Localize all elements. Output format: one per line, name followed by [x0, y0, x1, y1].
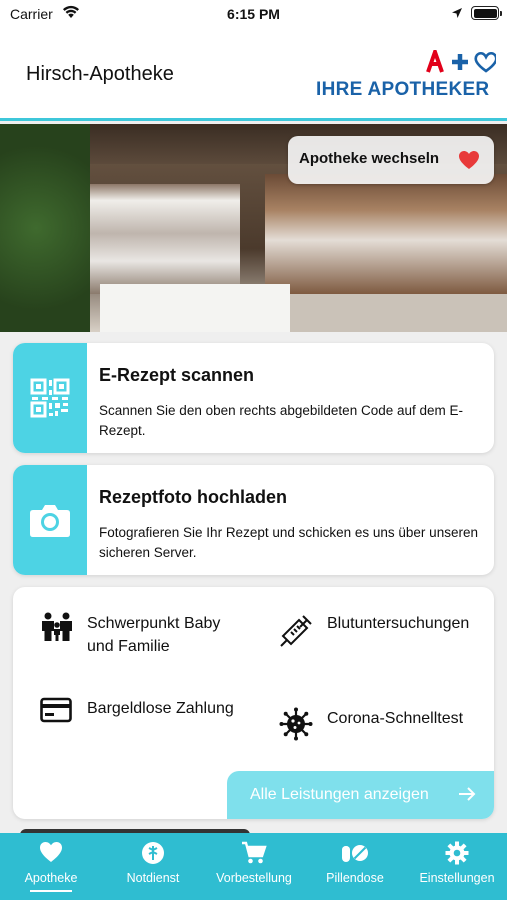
app-header: Hirsch-Apotheke IHRE APOTHEKER	[0, 30, 507, 121]
all-services-button[interactable]: Alle Leistungen anzeigen	[227, 771, 494, 819]
tab-label: Apotheke	[24, 871, 78, 885]
tab-label: Pillendose	[326, 871, 384, 885]
tab-einstellungen[interactable]: Einstellungen	[411, 833, 503, 900]
tab-notdienst[interactable]: Notdienst	[112, 833, 194, 900]
heart-icon	[40, 842, 62, 862]
hero-counter	[100, 284, 290, 332]
family-icon	[42, 612, 72, 641]
page-title: Hirsch-Apotheke	[26, 63, 174, 85]
virus-icon	[279, 707, 313, 741]
tab-label: Einstellungen	[419, 871, 495, 885]
gear-icon	[445, 841, 469, 865]
all-services-label: Alle Leistungen anzeigen	[250, 786, 429, 803]
erezept-title: E-Rezept scannen	[99, 365, 255, 385]
syringe-icon	[280, 615, 312, 647]
qr-code-icon	[30, 378, 70, 418]
battery-icon	[471, 6, 499, 20]
tab-apotheke[interactable]: Apotheke	[10, 833, 92, 900]
logo-text: IHRE APOTHEKER	[316, 79, 490, 100]
rezeptfoto-card[interactable]: Rezeptfoto hochladen Fotografieren Sie I…	[13, 465, 494, 575]
hero-shelves-right	[265, 174, 507, 294]
tab-vorbestellung[interactable]: Vorbestellung	[208, 833, 300, 900]
service-label: Corona-Schnelltest	[327, 710, 464, 727]
rezeptfoto-description: Fotografieren Sie Ihr Rezept und schicke…	[99, 525, 478, 560]
location-arrow-icon	[452, 8, 462, 18]
service-label: Blutuntersuchungen	[327, 615, 470, 632]
service-label: Bargeldlose Zahlung	[87, 700, 234, 717]
logo-symbols-icon	[426, 50, 496, 73]
rezeptfoto-icon-box	[13, 465, 87, 575]
hero-shelves-left	[70, 184, 240, 294]
cart-icon	[242, 841, 267, 864]
battery-tip	[500, 11, 502, 16]
tab-label: Notdienst	[126, 871, 180, 885]
apotheker-logo: IHRE APOTHEKER	[316, 50, 496, 102]
hero-green-wall	[0, 124, 90, 332]
active-tab-indicator	[30, 890, 72, 892]
rezeptfoto-title: Rezeptfoto hochladen	[99, 487, 287, 507]
clock: 6:15 PM	[227, 6, 280, 22]
erezept-description: Scannen Sie den oben rechts abgebildeten…	[99, 403, 464, 438]
credit-card-icon	[40, 697, 72, 723]
emergency-icon	[142, 842, 164, 864]
heart-icon	[459, 151, 479, 169]
tab-pillendose[interactable]: Pillendose	[314, 833, 396, 900]
tab-bar: Apotheke Notdienst Vorbestellung Pillend…	[0, 833, 507, 900]
change-pharmacy-label: Apotheke wechseln	[299, 150, 440, 167]
erezept-icon-box	[13, 343, 87, 453]
service-label: Schwerpunkt Baby und Familie	[87, 615, 221, 655]
camera-icon	[30, 505, 70, 537]
tab-label: Vorbestellung	[216, 871, 292, 885]
arrow-right-icon	[459, 787, 476, 801]
erezept-card[interactable]: E-Rezept scannen Scannen Sie den oben re…	[13, 343, 494, 453]
change-pharmacy-button[interactable]: Apotheke wechseln	[288, 136, 494, 184]
pills-icon	[342, 845, 368, 862]
status-bar: Carrier 6:15 PM	[0, 0, 507, 30]
